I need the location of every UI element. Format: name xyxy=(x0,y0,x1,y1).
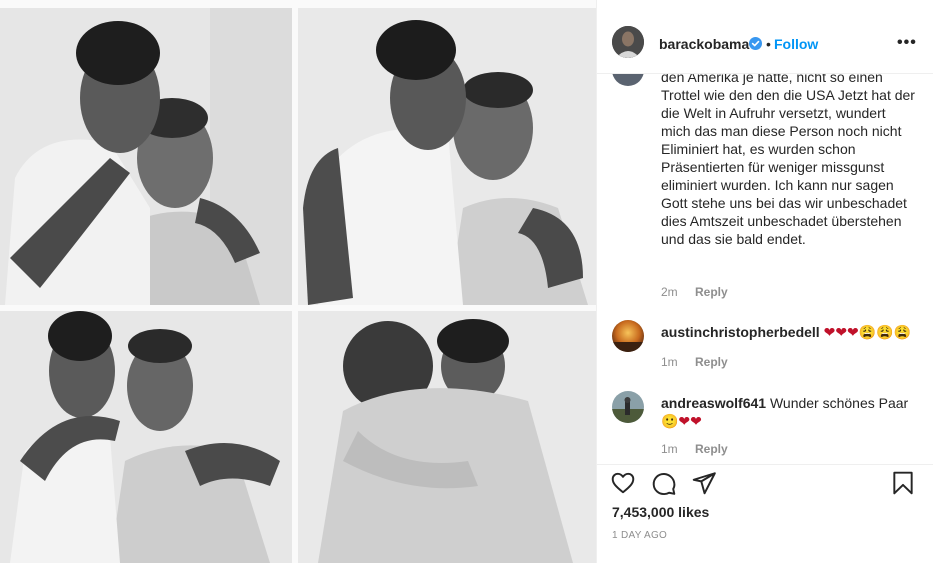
comment-meta: 1m Reply xyxy=(661,355,728,369)
more-options-icon[interactable]: ••• xyxy=(897,34,917,52)
likes-count[interactable]: 7,453,000 likes xyxy=(612,504,709,520)
reply-button[interactable]: Reply xyxy=(695,355,728,369)
comment-username[interactable]: austinchristopherbedell xyxy=(661,324,820,340)
comment-time: 1m xyxy=(661,355,678,369)
bookmark-icon[interactable] xyxy=(890,470,916,496)
post-header: barackobama • Follow ••• xyxy=(597,0,933,74)
reply-button[interactable]: Reply xyxy=(695,285,728,299)
author-avatar[interactable] xyxy=(612,26,644,58)
verified-badge-icon xyxy=(749,37,762,50)
header-separator: • xyxy=(766,36,771,52)
photo-top-left xyxy=(0,8,292,305)
comment-time: 2m xyxy=(661,285,678,299)
comment-text: ❤❤❤😩😩😩 xyxy=(823,324,912,340)
photo-bottom-left xyxy=(0,311,292,563)
commenter-avatar[interactable] xyxy=(612,320,644,352)
comment-time: 1m xyxy=(661,442,678,456)
comment-emoji: 🙂❤❤ xyxy=(661,413,702,429)
post-timestamp[interactable]: 1 DAY AGO xyxy=(612,530,667,541)
comment-bubble-icon[interactable] xyxy=(651,470,677,496)
author-username[interactable]: barackobama xyxy=(659,36,749,52)
comment-text: den Amerika je hatte, nicht so einen Tro… xyxy=(661,74,915,247)
post-image-collage[interactable] xyxy=(0,0,596,563)
heart-icon[interactable] xyxy=(610,470,636,496)
comments-list[interactable]: den Amerika je hatte, nicht so einen Tro… xyxy=(597,74,933,464)
commenter-avatar[interactable] xyxy=(612,391,644,423)
comment-row: austinchristopherbedell ❤❤❤😩😩😩 xyxy=(661,323,916,341)
comment-meta: 2m Reply xyxy=(661,285,728,299)
photo-top-right xyxy=(298,8,596,305)
comment-meta: 1m Reply xyxy=(661,442,728,456)
comment-row: andreaswolf641 Wunder schönes Paar 🙂❤❤ xyxy=(661,394,916,430)
commenter-avatar[interactable] xyxy=(612,74,644,86)
reply-button[interactable]: Reply xyxy=(695,442,728,456)
share-paper-plane-icon[interactable] xyxy=(691,470,717,496)
post-actions: 7,453,000 likes 1 DAY AGO xyxy=(597,464,933,563)
comment-text: Wunder schönes Paar xyxy=(769,395,909,411)
comment-username[interactable]: andreaswolf641 xyxy=(661,395,766,411)
follow-button[interactable]: Follow xyxy=(774,36,818,52)
post-side-panel: barackobama • Follow ••• den Amerika je … xyxy=(597,0,933,563)
photo-bottom-right xyxy=(298,311,596,563)
